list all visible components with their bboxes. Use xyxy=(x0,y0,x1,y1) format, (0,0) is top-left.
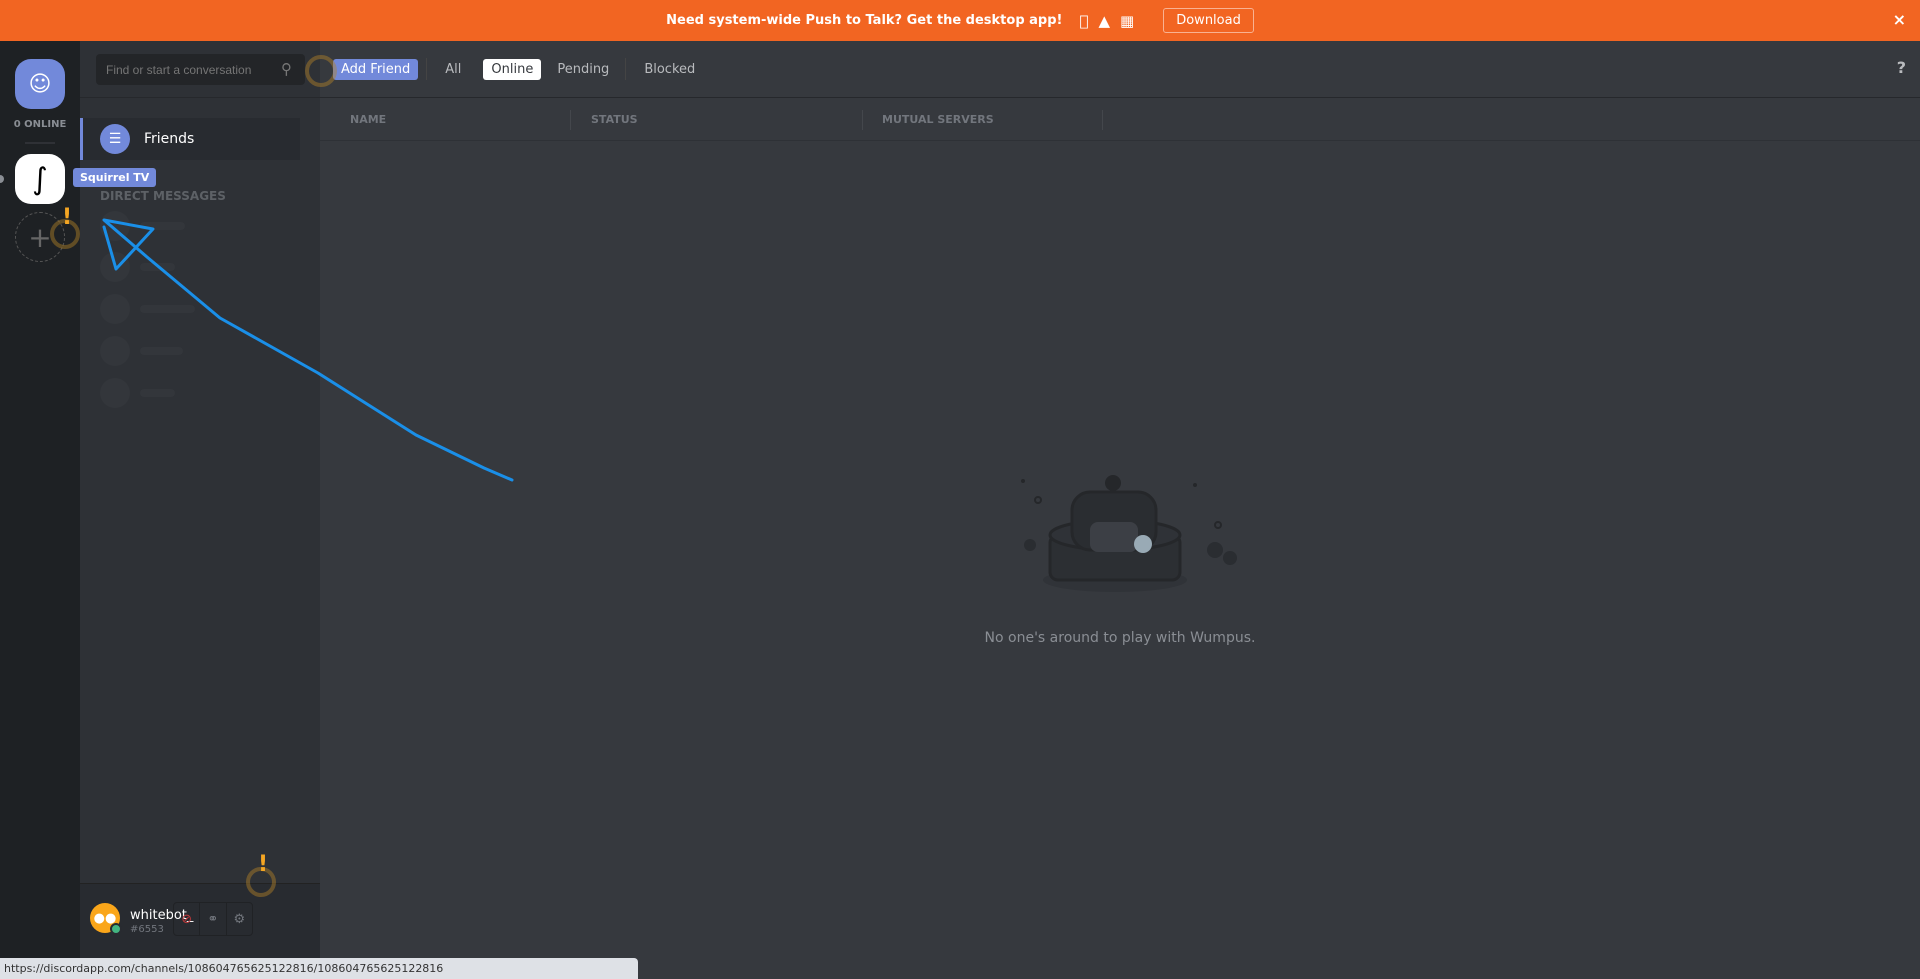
dm-placeholder-avatar xyxy=(100,294,130,324)
tab-pending[interactable]: Pending xyxy=(549,59,617,80)
empty-state-message: No one's around to play with Wumpus. xyxy=(984,630,1256,646)
column-divider xyxy=(1102,110,1103,130)
dm-placeholder-avatar xyxy=(100,211,130,241)
dm-placeholder-line xyxy=(140,389,175,397)
column-mutual-servers[interactable]: MUTUAL SERVERS xyxy=(882,113,994,126)
column-divider xyxy=(570,110,571,130)
online-count: 0 ONLINE xyxy=(13,119,67,130)
server-squirrel-tv[interactable]: ∫ xyxy=(15,154,65,204)
windows-icon[interactable]: ▦ xyxy=(1120,12,1134,30)
dm-placeholder-line xyxy=(140,263,175,271)
user-controls: ⊘ ⚭ ⚙ xyxy=(173,902,253,936)
friends-tabs: Add Friend All Online Pending Blocked xyxy=(333,58,711,80)
friends-icon: ☺ xyxy=(28,71,52,97)
help-icon[interactable]: ? xyxy=(1897,58,1906,77)
squirrel-icon: ∫ xyxy=(32,161,48,197)
warning-icon: ! xyxy=(62,205,73,230)
header-divider xyxy=(80,97,1920,98)
friends-icon: ☰ xyxy=(100,124,130,154)
dm-placeholder-avatar xyxy=(100,336,130,366)
divider xyxy=(25,142,55,144)
dm-placeholder-line xyxy=(140,222,185,230)
server-tooltip: Squirrel TV xyxy=(73,168,157,187)
divider xyxy=(625,58,627,80)
desktop-app-banner: Need system-wide Push to Talk? Get the d… xyxy=(0,0,1920,41)
dm-placeholder-line xyxy=(140,347,183,355)
dm-header: DIRECT MESSAGES xyxy=(100,189,226,203)
dm-placeholder-line xyxy=(140,305,195,313)
column-divider xyxy=(862,110,863,130)
divider xyxy=(426,58,428,80)
android-icon[interactable]: ▲ xyxy=(1098,12,1110,30)
dm-placeholder-avatar xyxy=(100,378,130,408)
status-url-bar: https://discordapp.com/channels/10860476… xyxy=(0,958,638,979)
headphones-icon[interactable]: ⚭ xyxy=(200,903,227,935)
tab-all[interactable]: All xyxy=(437,59,469,80)
annotation-ring xyxy=(305,55,337,87)
search-icon: ⚲ xyxy=(281,60,292,78)
friends-label: Friends xyxy=(144,131,195,147)
download-button[interactable]: Download xyxy=(1163,8,1254,33)
column-name[interactable]: NAME xyxy=(350,113,386,126)
apple-icon[interactable]:  xyxy=(1079,12,1088,30)
discriminator: #6553 xyxy=(130,924,164,935)
online-status-icon xyxy=(110,923,122,935)
tab-blocked[interactable]: Blocked xyxy=(636,59,703,80)
search-input[interactable] xyxy=(96,54,305,85)
add-friend-button[interactable]: Add Friend xyxy=(333,58,419,80)
tab-online[interactable]: Online xyxy=(483,58,542,80)
wumpus-illustration xyxy=(1021,475,1237,592)
mute-microphone-icon[interactable]: ⊘ xyxy=(174,903,201,935)
warning-icon: ! xyxy=(258,852,269,877)
banner-message: Need system-wide Push to Talk? Get the d… xyxy=(666,13,1063,28)
column-header-divider xyxy=(320,140,1920,141)
friends-home-button[interactable]: ☺ xyxy=(15,59,65,109)
close-banner-icon[interactable]: × xyxy=(1893,10,1906,29)
dm-placeholder-avatar xyxy=(100,252,130,282)
column-status[interactable]: STATUS xyxy=(591,113,638,126)
settings-gear-icon[interactable]: ⚙ xyxy=(227,903,252,935)
sidebar-item-friends[interactable]: ☰ Friends xyxy=(80,118,300,160)
